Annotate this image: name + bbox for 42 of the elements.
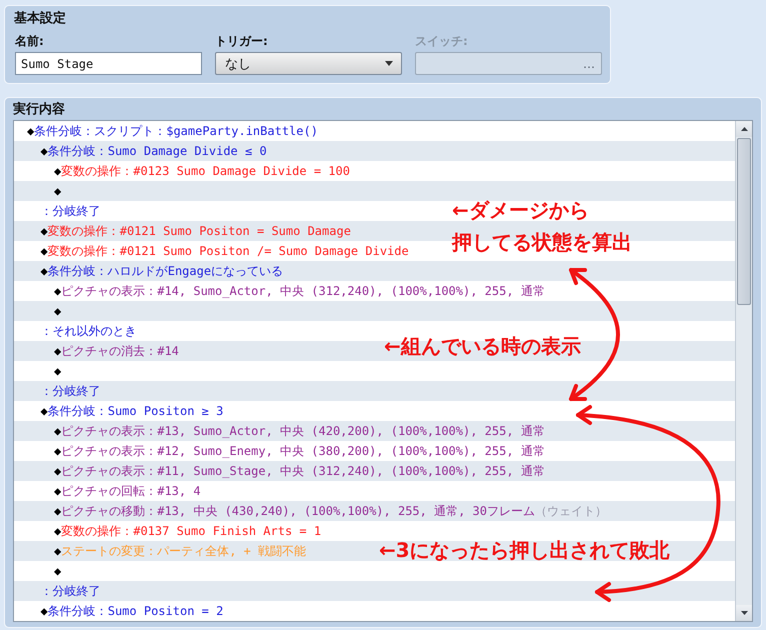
- switch-label: スイッチ:: [415, 33, 468, 49]
- command-row[interactable]: ◆条件分岐：Sumo Positon = 2: [40, 601, 224, 621]
- command-row[interactable]: ◆条件分岐：スクリプト：$gameParty.inBattle(): [27, 121, 318, 141]
- command-row[interactable]: ◆ピクチャの消去：#14: [54, 341, 179, 361]
- scrollbar[interactable]: [735, 121, 752, 621]
- command-row[interactable]: ◆ピクチャの表示：#11, Sumo_Stage, 中央 (312,240), (100%,100%), 255, 通常: [54, 461, 545, 481]
- command-row[interactable]: ◆ステートの変更：パーティ全体, + 戦闘不能: [54, 541, 306, 561]
- annotation-text: ←3になったら押し出されて敗北: [379, 537, 670, 564]
- command-row[interactable]: ◆ピクチャの表示：#13, Sumo_Actor, 中央 (420,200), (100%,100%), 255, 通常: [54, 421, 545, 441]
- scroll-down-button[interactable]: [736, 605, 752, 621]
- command-row[interactable]: ◆ピクチャの移動：#13, 中央 (430,240), (100%,100%), 255, 通常, 30フレーム（ウェイト）: [54, 501, 607, 521]
- command-row[interactable]: ◆: [54, 561, 62, 581]
- command-row[interactable]: ◆: [54, 301, 62, 321]
- command-row[interactable]: ◆変数の操作：#0137 Sumo Finish Arts = 1: [54, 521, 322, 541]
- name-field[interactable]: Sumo Stage: [15, 52, 202, 75]
- command-row[interactable]: ◆: [54, 181, 62, 201]
- command-row[interactable]: ◆変数の操作：#0121 Sumo Positon = Sumo Damage: [40, 221, 351, 241]
- command-row[interactable]: ◆ピクチャの表示：#14, Sumo_Actor, 中央 (312,240), (100%,100%), 255, 通常: [54, 281, 545, 301]
- command-row[interactable]: ◆ピクチャの回転：#13, 4: [54, 481, 201, 501]
- trigger-label: トリガー:: [215, 33, 268, 49]
- command-row[interactable]: ◆条件分岐：Sumo Damage Divide ≤ 0: [40, 141, 267, 161]
- command-row[interactable]: ：分岐終了: [40, 581, 100, 601]
- command-row[interactable]: ◆: [54, 361, 62, 381]
- annotation-text: ←組んでいる時の表示: [384, 333, 581, 360]
- command-row[interactable]: ◆条件分岐：Sumo Positon ≥ 3: [40, 401, 224, 421]
- command-row[interactable]: ：分岐終了: [40, 381, 100, 401]
- annotation-text: ←ダメージから 押してる状態を算出: [452, 197, 632, 256]
- up-arrow-icon: [740, 127, 748, 131]
- panel-title: 基本設定: [14, 11, 66, 27]
- command-row[interactable]: ：分岐終了: [40, 201, 100, 221]
- command-row[interactable]: ◆変数の操作：#0123 Sumo Damage Divide = 100: [54, 161, 350, 181]
- command-row[interactable]: ◆条件分岐：ハロルドがEngageになっている: [40, 261, 284, 281]
- command-row[interactable]: ◆変数の操作：#0121 Sumo Positon /= Sumo Damage Divide: [40, 241, 409, 261]
- trigger-dropdown[interactable]: なし: [215, 52, 402, 75]
- scroll-up-button[interactable]: [736, 121, 752, 137]
- caret-down-icon: [385, 61, 393, 66]
- command-row[interactable]: ◆ピクチャの表示：#12, Sumo_Enemy, 中央 (380,200), (100%,100%), 255, 通常: [54, 441, 545, 461]
- down-arrow-icon: [740, 611, 748, 615]
- scrollbar-thumb[interactable]: [737, 138, 751, 305]
- name-label: 名前:: [15, 33, 44, 49]
- panel-title: 実行内容: [13, 102, 65, 118]
- command-row[interactable]: ：それ以外のとき: [40, 321, 136, 341]
